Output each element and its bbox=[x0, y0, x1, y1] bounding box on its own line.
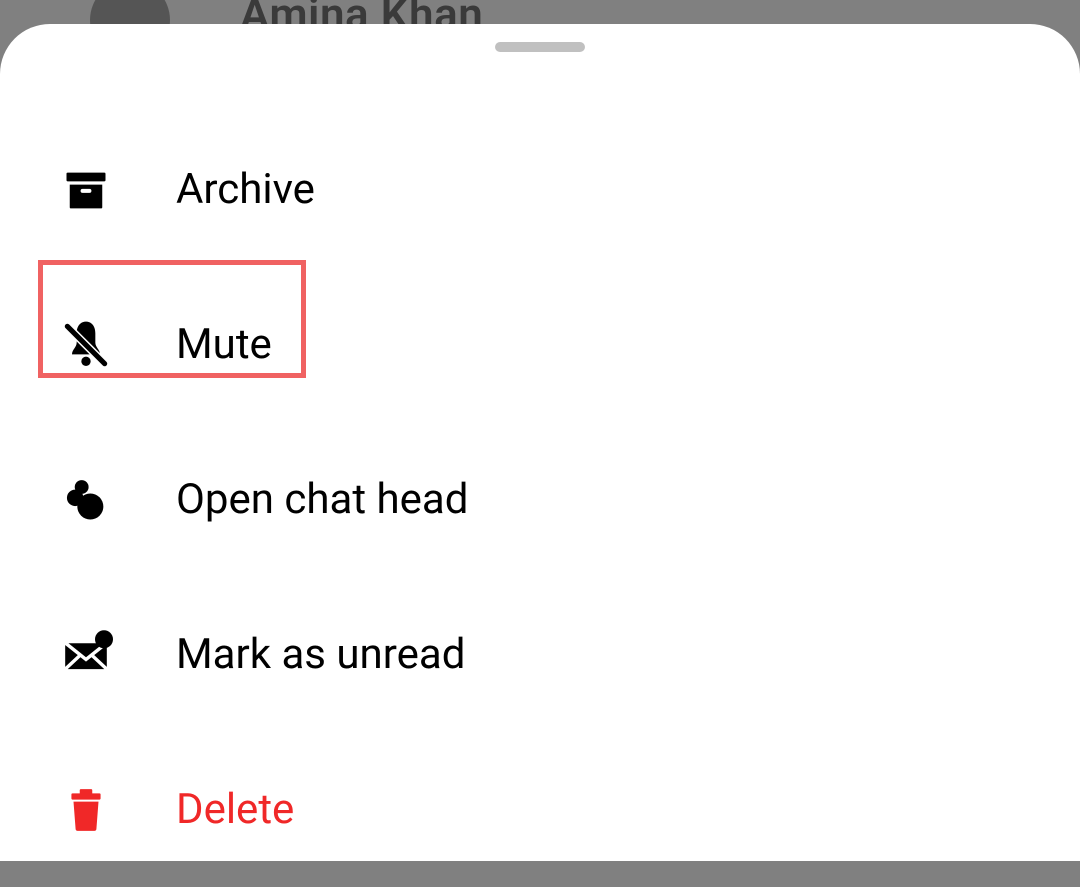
menu-item-archive[interactable]: Archive bbox=[58, 112, 1080, 267]
menu-item-mark-unread[interactable]: Mark as unread bbox=[58, 577, 1080, 732]
archive-icon bbox=[58, 162, 114, 218]
menu-item-label: Open chat head bbox=[176, 475, 468, 524]
menu-item-open-chat-head[interactable]: Open chat head bbox=[58, 422, 1080, 577]
chat-head-icon bbox=[58, 472, 114, 528]
menu-item-label: Mute bbox=[176, 320, 272, 369]
menu-item-mute[interactable]: Mute bbox=[58, 267, 1080, 422]
bell-slash-icon bbox=[58, 317, 114, 373]
menu-item-delete[interactable]: Delete bbox=[58, 732, 1080, 887]
menu-item-label: Archive bbox=[176, 165, 315, 214]
trash-icon bbox=[58, 782, 114, 838]
action-sheet: Archive Mute Open chat he bbox=[0, 24, 1080, 861]
menu-list: Archive Mute Open chat he bbox=[0, 112, 1080, 887]
menu-item-label: Delete bbox=[176, 785, 294, 834]
envelope-unread-icon bbox=[58, 627, 114, 683]
drag-handle[interactable] bbox=[495, 42, 585, 52]
menu-item-label: Mark as unread bbox=[176, 630, 465, 679]
